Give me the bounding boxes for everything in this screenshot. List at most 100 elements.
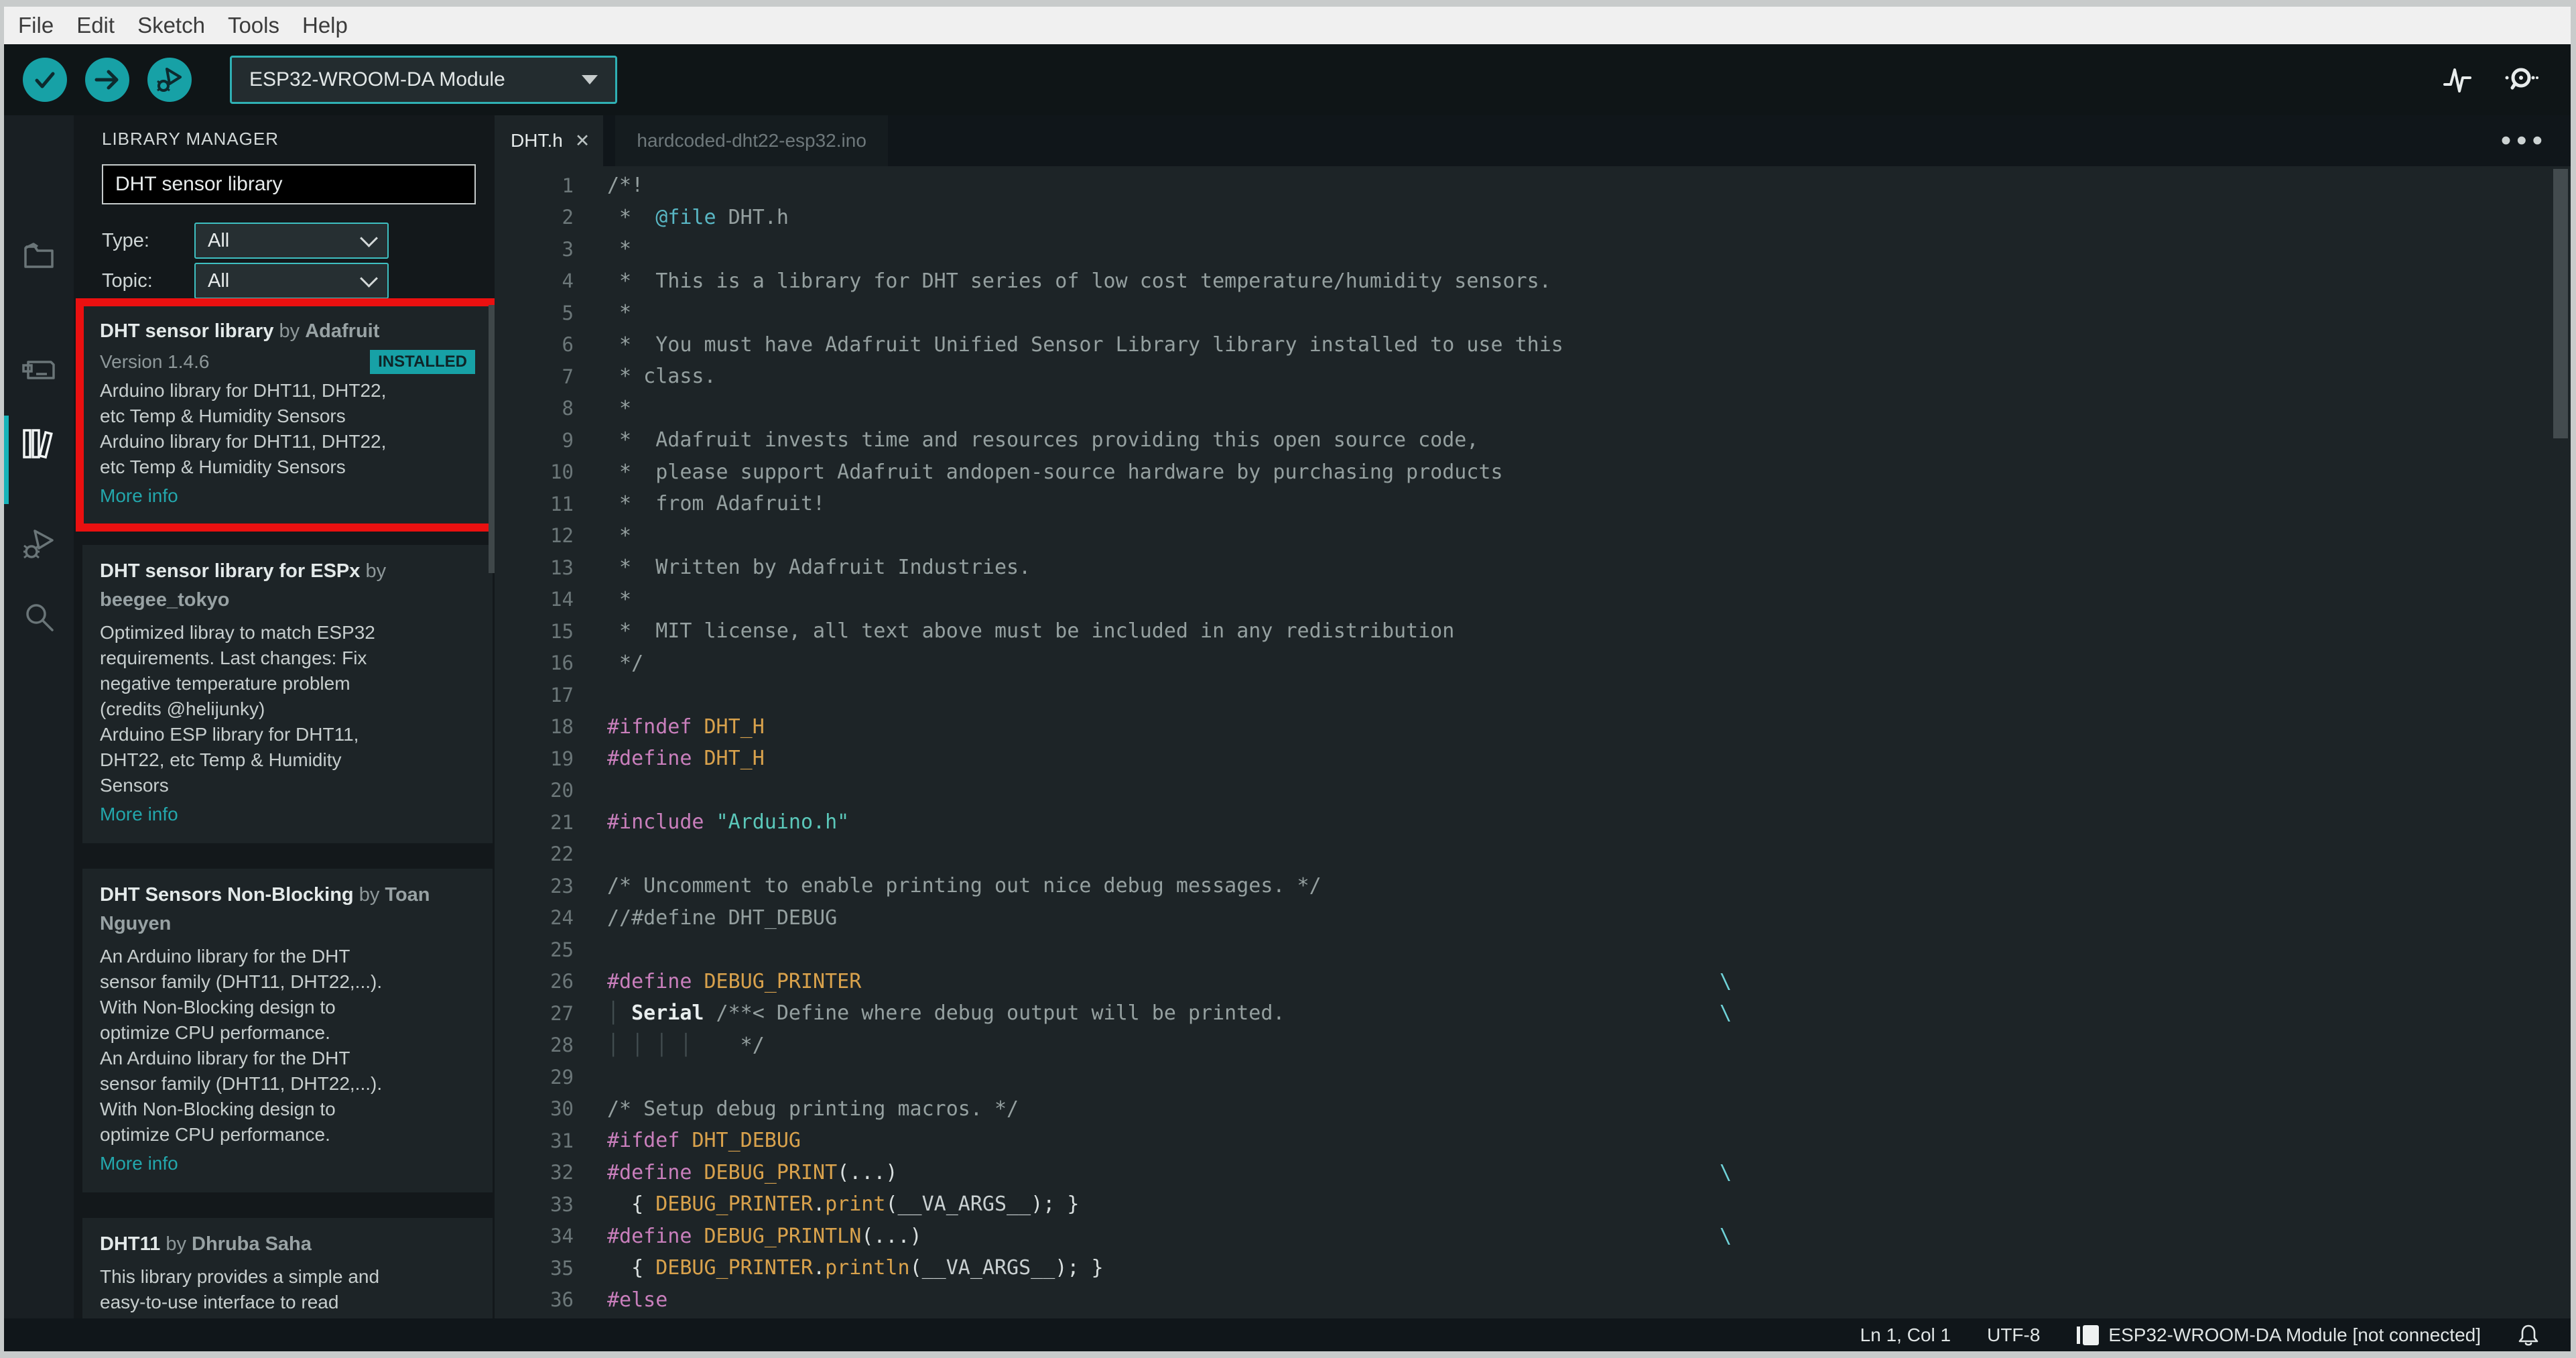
library-entry[interactable]: DHT Sensors Non-Blocking by Toan Nguyen A… [82, 869, 493, 1192]
more-info-link[interactable]: More info [100, 802, 475, 827]
code-line: 27 │ Serial /**< Define where debug outpu… [495, 997, 2571, 1030]
menu-sketch[interactable]: Sketch [126, 13, 216, 38]
debug-icon [20, 526, 58, 563]
line-content: * MIT license, all text above must be in… [607, 619, 1455, 643]
entry-author: Dhruba Saha [192, 1233, 312, 1255]
topic-filter-select[interactable]: All [194, 263, 389, 299]
line-number: 13 [550, 556, 574, 579]
board-status-label: ESP32-WROOM-DA Module [not connected] [2108, 1324, 2481, 1345]
entry-by: by [360, 560, 387, 582]
sidebar-item-debug[interactable] [20, 526, 58, 563]
folder-icon [20, 237, 58, 275]
notifications-bell-icon[interactable] [2517, 1323, 2540, 1347]
entry-description: An Arduino library for the DHT sensor fa… [100, 946, 383, 1145]
library-search-input[interactable] [102, 164, 476, 204]
toolbar: ESP32-WROOM-DA Module [4, 44, 2571, 115]
close-tab-icon[interactable]: ✕ [575, 131, 590, 151]
line-number: 12 [550, 524, 574, 548]
verify-button[interactable] [23, 58, 67, 102]
line-number: 18 [550, 715, 574, 739]
board-selector-label: ESP32-WROOM-DA Module [249, 68, 505, 90]
line-content: #else [607, 1288, 668, 1312]
entry-description: Arduino library for DHT11, DHT22, etc Te… [100, 380, 387, 477]
tab-dht-h[interactable]: DHT.h ✕ [495, 115, 604, 166]
line-number: 21 [550, 810, 574, 834]
editor-overflow-menu-icon[interactable]: ••• [2501, 126, 2571, 156]
line-number: 17 [550, 683, 574, 706]
code-line: 8 * [495, 393, 2571, 425]
entry-by: by [273, 320, 306, 342]
line-number: 10 [550, 460, 574, 484]
entry-title: DHT Sensors Non-Blocking by Toan Nguyen [100, 882, 475, 940]
entry-title: DHT sensor library by Adafruit [100, 318, 475, 347]
menu-file[interactable]: File [7, 13, 65, 38]
upload-button[interactable] [85, 58, 129, 102]
line-number: 34 [550, 1225, 574, 1248]
line-content: #ifndef DHT_H [607, 715, 765, 739]
type-filter-select[interactable]: All [194, 223, 389, 259]
entry-name: DHT sensor library [100, 320, 274, 342]
books-icon [20, 425, 58, 462]
line-number: 11 [550, 492, 574, 515]
arduino-ide-window: { "menu_bar": { "items": [ {"label": "Fi… [0, 0, 2576, 1358]
sidebar-item-sketchbook[interactable] [20, 237, 58, 275]
code-line: 6 * You must have Adafruit Unified Senso… [495, 329, 2571, 361]
sidebar-item-search[interactable] [20, 599, 58, 637]
line-content: /* Setup debug printing macros. */ [607, 1097, 1019, 1121]
code-line: 15 * MIT license, all text above must be… [495, 615, 2571, 647]
code-line: 19 #define DHT_H [495, 743, 2571, 775]
library-entry[interactable]: DHT sensor library by Adafruit Version 1.… [76, 298, 495, 532]
library-entry[interactable]: DHT sensor library for ESPx by beegee_to… [82, 545, 493, 843]
line-content [607, 839, 2571, 871]
topic-filter-value: All [208, 269, 230, 292]
line-content: │ │ │ │ */ [607, 1033, 765, 1057]
panel-scrollbar[interactable] [489, 305, 495, 573]
tab-hardcoded-dht22-esp32-ino[interactable]: hardcoded-dht22-esp32.ino [615, 115, 888, 166]
debug-button[interactable] [147, 58, 192, 102]
chevron-down-icon [582, 75, 598, 84]
line-number: 22 [550, 843, 574, 866]
encoding[interactable]: UTF-8 [1987, 1324, 2040, 1346]
sidebar-item-boards-manager[interactable] [20, 351, 58, 389]
code-line: 16 */ [495, 647, 2571, 680]
editor-scrollbar[interactable] [2553, 169, 2568, 438]
chip-icon [2077, 1324, 2100, 1345]
entry-name: DHT sensor library for ESPx [100, 560, 361, 582]
cursor-position[interactable]: Ln 1, Col 1 [1860, 1324, 1951, 1346]
serial-plotter-icon[interactable] [2442, 64, 2473, 95]
code-line: 35 { DEBUG_PRINTER. println(__VA_ARGS__);… [495, 1252, 2571, 1284]
entry-title: DHT sensor library for ESPx by beegee_to… [100, 558, 475, 616]
code-line: 26 #define DEBUG_PRINTER \ [495, 966, 2571, 998]
code-line: 28 │ │ │ │ */ [495, 1030, 2571, 1062]
line-content: */ [607, 651, 644, 675]
line-content: /*! [607, 174, 644, 198]
menu-bar: File Edit Sketch Tools Help [4, 7, 2571, 44]
board-selector[interactable]: ESP32-WROOM-DA Module [230, 56, 617, 104]
line-number: 4 [562, 269, 574, 293]
line-number: 33 [550, 1192, 574, 1216]
panel-title: LIBRARY MANAGER [102, 129, 279, 149]
library-entry[interactable]: DHT11 by Dhruba Saha This library provide… [82, 1218, 493, 1318]
line-number: 24 [550, 906, 574, 930]
code-line: 18 #ifndef DHT_H [495, 711, 2571, 743]
code-line: 24 //#define DHT_DEBUG [495, 902, 2571, 934]
line-content: * from Adafruit! [607, 492, 826, 516]
entry-version: Version 1.4.6 [100, 351, 210, 372]
line-number: 1 [562, 174, 574, 197]
chevron-down-icon [360, 269, 378, 288]
installed-badge: INSTALLED [370, 350, 475, 374]
code-line: 9 * Adafruit invests time and resources … [495, 424, 2571, 456]
serial-monitor-icon[interactable] [2504, 64, 2538, 95]
menu-edit[interactable]: Edit [65, 13, 126, 38]
menu-help[interactable]: Help [291, 13, 359, 38]
editor-area: DHT.h ✕ hardcoded-dht22-esp32.ino ••• 1 /*! 2… [495, 115, 2571, 1318]
sidebar-item-library-manager[interactable] [20, 425, 58, 462]
line-content: │ Serial /**< Define where debug output … [607, 1001, 1732, 1026]
menu-tools[interactable]: Tools [216, 13, 291, 38]
board-status[interactable]: ESP32-WROOM-DA Module [not connected] [2076, 1324, 2481, 1346]
more-info-link[interactable]: More info [100, 483, 475, 509]
more-info-link[interactable]: More info [100, 1151, 475, 1176]
entry-by: by [353, 884, 385, 906]
code-line: 36 #else [495, 1284, 2571, 1316]
line-content: #define DEBUG_PRINTLN (...) \ [607, 1224, 1732, 1248]
